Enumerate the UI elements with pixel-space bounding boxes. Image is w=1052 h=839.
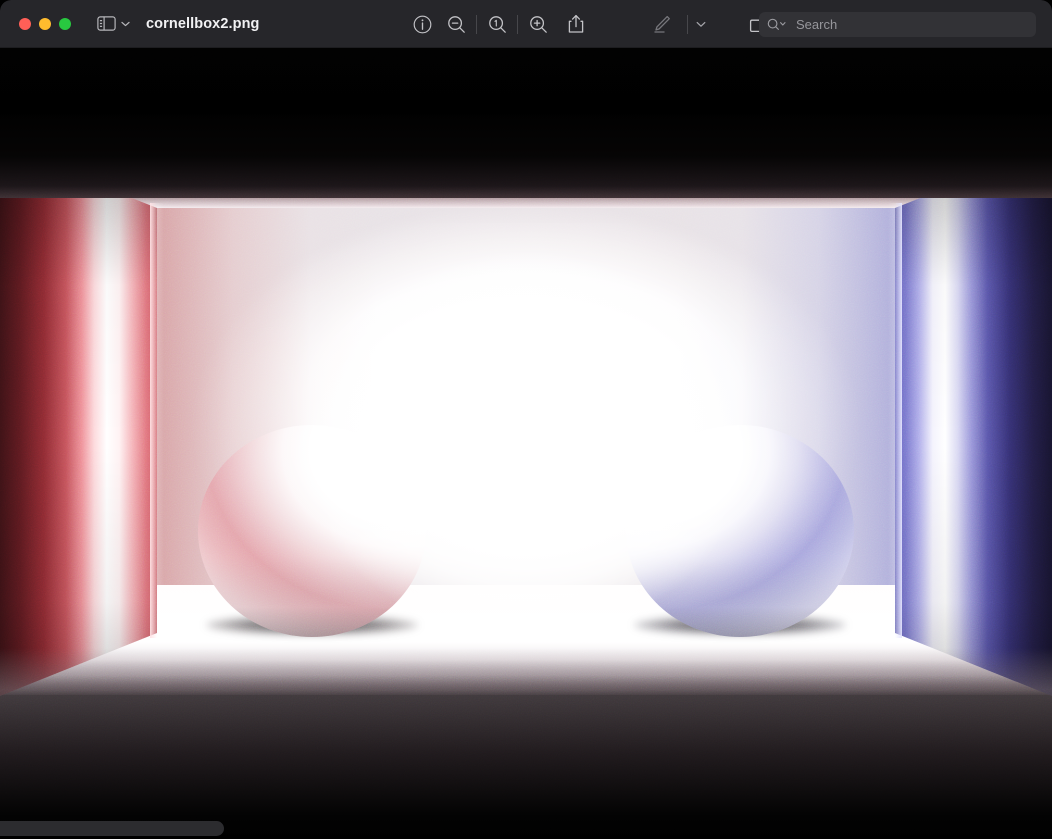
markup-button[interactable] bbox=[645, 9, 679, 39]
toolbar-divider bbox=[476, 14, 477, 34]
zoom-out-button[interactable] bbox=[439, 9, 473, 39]
search-magnifier-icon[interactable] bbox=[767, 18, 789, 31]
horizontal-scrollbar-thumb[interactable] bbox=[0, 821, 224, 836]
traffic-light-group bbox=[0, 17, 71, 30]
close-window-button[interactable] bbox=[19, 17, 31, 30]
magnifier-one-icon bbox=[488, 15, 507, 34]
info-circle-icon bbox=[413, 15, 432, 34]
zoom-in-button[interactable] bbox=[521, 9, 555, 39]
image-canvas[interactable] bbox=[0, 48, 1052, 839]
share-icon bbox=[567, 14, 585, 34]
zoom-actual-size-button[interactable] bbox=[480, 9, 514, 39]
cornellbox-render bbox=[0, 48, 1052, 839]
magnifier-minus-icon bbox=[447, 15, 466, 34]
maximize-window-button[interactable] bbox=[59, 17, 71, 30]
chevron-down-icon bbox=[121, 21, 130, 27]
search-placeholder: Search bbox=[796, 17, 838, 32]
minimize-window-button[interactable] bbox=[39, 17, 51, 30]
scene-top-falloff bbox=[0, 48, 1052, 198]
scene-bloom-core bbox=[300, 248, 752, 638]
magnifier-plus-icon bbox=[529, 15, 548, 34]
toolbar-divider bbox=[687, 14, 688, 34]
chevron-down-icon bbox=[696, 15, 706, 33]
sidebar-toggle-button[interactable] bbox=[97, 16, 130, 31]
pencil-icon bbox=[652, 14, 672, 34]
horizontal-scrollbar[interactable] bbox=[0, 818, 1052, 839]
search-field[interactable]: Search bbox=[759, 12, 1036, 37]
toolbar-button-group bbox=[405, 0, 815, 48]
sidebar-icon bbox=[97, 16, 116, 31]
markup-menu-button[interactable] bbox=[691, 9, 711, 39]
toolbar-divider bbox=[517, 14, 518, 34]
share-button[interactable] bbox=[559, 9, 593, 39]
preview-window: cornellbox2.png Search bbox=[0, 0, 1052, 839]
scene-bottom-falloff bbox=[0, 648, 1052, 839]
window-titlebar: cornellbox2.png Search bbox=[0, 0, 1052, 48]
window-title: cornellbox2.png bbox=[146, 15, 260, 32]
info-button[interactable] bbox=[405, 9, 439, 39]
